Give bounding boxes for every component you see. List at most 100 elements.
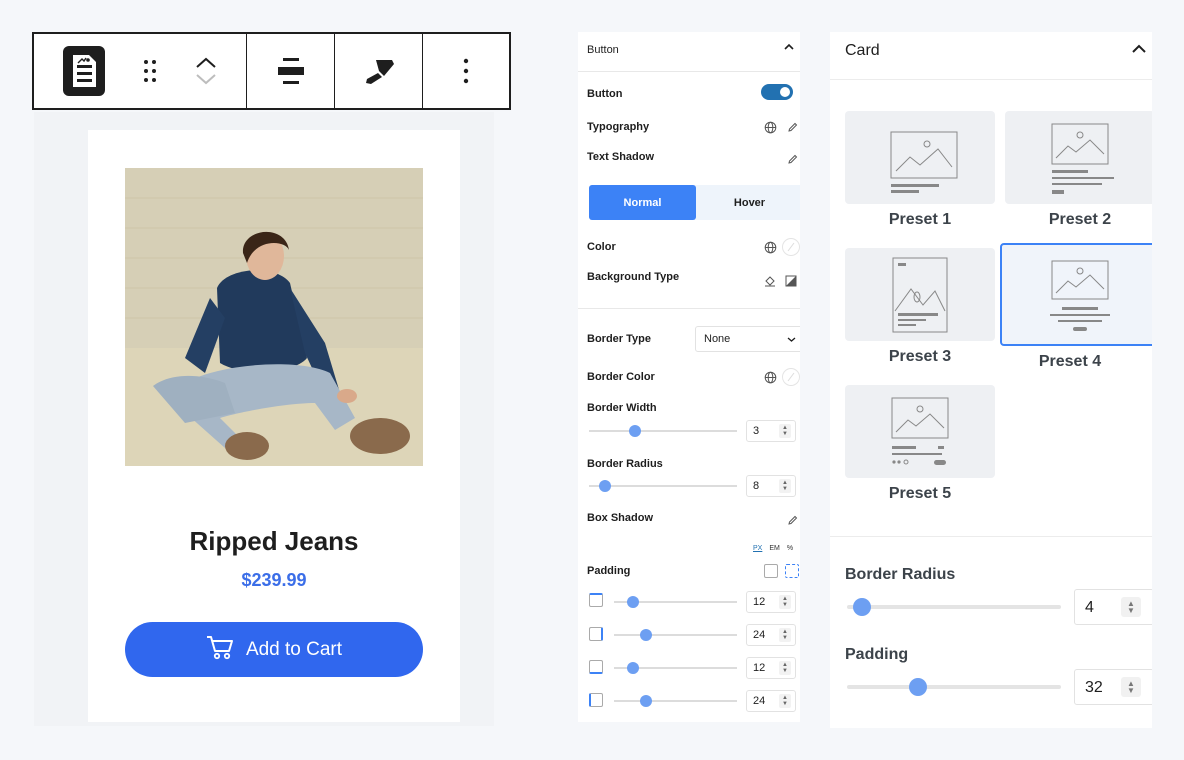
preset-2[interactable]: Preset 2 <box>1005 111 1152 229</box>
preset-1-label: Preset 1 <box>888 211 952 228</box>
tab-normal[interactable]: Normal <box>589 185 696 220</box>
padding-right-input[interactable]: 24 ▲ ▼ <box>746 624 796 646</box>
post-block-icon[interactable] <box>63 46 105 96</box>
global-icon[interactable] <box>761 118 779 136</box>
color-swatch-icon[interactable] <box>782 238 800 256</box>
box-shadow-label: Box Shadow <box>587 512 654 524</box>
border-radius-label: Border Radius <box>587 458 663 470</box>
card-border-radius-value: 4 <box>1085 599 1094 616</box>
state-tabs: Normal Hover <box>589 185 800 220</box>
border-type-value: None <box>704 333 731 345</box>
text-shadow-label: Text Shadow <box>587 151 655 163</box>
button-panel-header[interactable]: Button <box>578 32 800 72</box>
align-center-icon[interactable] <box>277 56 305 86</box>
global-icon[interactable] <box>761 238 779 256</box>
edit-pencil-icon[interactable] <box>783 118 800 136</box>
chevron-up-icon[interactable] <box>782 42 796 55</box>
unlinked-sides-icon[interactable] <box>764 564 778 578</box>
card-settings-panel: Card Preset 1 Preset 2 Preset 3 Preset 4… <box>830 32 1152 728</box>
preset-1[interactable]: Preset 1 <box>845 111 995 229</box>
stepper-icon[interactable]: ▲ ▼ <box>779 628 791 642</box>
edit-pencil-icon[interactable] <box>783 511 800 529</box>
button-toggle-label: Button <box>587 88 623 100</box>
unit-switcher: PX EM % <box>753 545 793 552</box>
border-radius-input[interactable]: 8 ▲ ▼ <box>746 475 796 497</box>
preset-3-thumbnail <box>845 248 995 341</box>
tab-hover[interactable]: Hover <box>696 185 800 220</box>
preset-3-label: Preset 3 <box>888 348 952 365</box>
card-panel-header[interactable]: Card <box>830 32 1152 80</box>
padding-bottom-input[interactable]: 12 ▲ ▼ <box>746 657 796 679</box>
button-settings-panel: Button Button Typography Text Shadow Nor… <box>578 32 800 722</box>
card-padding-input[interactable]: 32 ▲ ▼ <box>1074 669 1152 705</box>
padding-left-slider-handle[interactable] <box>640 695 652 707</box>
preset-4-thumbnail <box>1000 243 1152 346</box>
edit-pencil-icon[interactable] <box>783 150 800 168</box>
typography-label: Typography <box>587 121 650 133</box>
color-swatch-icon[interactable] <box>782 368 800 386</box>
card-border-radius-slider-track[interactable] <box>847 605 1061 609</box>
chevron-up-icon[interactable] <box>1130 42 1148 61</box>
stepper-icon[interactable]: ▲ ▼ <box>1121 677 1141 697</box>
unit-em[interactable]: EM <box>769 545 780 552</box>
paint-brush-icon[interactable] <box>362 56 396 86</box>
linked-sides-icon[interactable] <box>785 564 799 578</box>
border-radius-slider-track[interactable] <box>589 485 737 487</box>
padding-top-slider-handle[interactable] <box>627 596 639 608</box>
border-type-select[interactable]: None <box>695 326 800 352</box>
stepper-icon[interactable]: ▲ ▼ <box>779 694 791 708</box>
product-image <box>125 168 423 466</box>
card-padding-slider-track[interactable] <box>847 685 1061 689</box>
section-divider <box>830 536 1152 537</box>
border-width-slider-track[interactable] <box>589 430 737 432</box>
padding-left-input[interactable]: 24 ▲ ▼ <box>746 690 796 712</box>
padding-label: Padding <box>587 565 631 577</box>
padding-right-slider-handle[interactable] <box>640 629 652 641</box>
stepper-icon[interactable]: ▲ ▼ <box>779 595 791 609</box>
paint-bucket-icon[interactable] <box>761 272 779 290</box>
border-width-label: Border Width <box>587 402 657 414</box>
padding-right-slider-track[interactable] <box>614 634 737 636</box>
padding-left-value: 24 <box>753 695 766 707</box>
unit-px[interactable]: PX <box>753 545 762 552</box>
more-options-icon[interactable] <box>463 58 469 84</box>
preset-3[interactable]: Preset 3 <box>845 248 995 366</box>
button-panel-title: Button <box>587 44 619 56</box>
product-card[interactable]: Ripped Jeans $239.99 Add to Cart <box>88 130 460 722</box>
card-border-radius-slider-handle[interactable] <box>853 598 871 616</box>
gradient-icon[interactable] <box>782 272 800 290</box>
padding-bottom-value: 12 <box>753 662 766 674</box>
stepper-icon[interactable]: ▲ ▼ <box>1121 597 1141 617</box>
block-toolbar <box>32 32 511 110</box>
stepper-icon[interactable]: ▲ ▼ <box>779 424 791 438</box>
card-padding-slider-handle[interactable] <box>909 678 927 696</box>
border-type-label: Border Type <box>587 333 651 345</box>
padding-bottom-slider-handle[interactable] <box>627 662 639 674</box>
button-enabled-toggle[interactable] <box>761 84 793 100</box>
preset-4-label: Preset 4 <box>1038 353 1102 370</box>
drag-handle-icon[interactable] <box>143 59 157 83</box>
border-radius-slider-handle[interactable] <box>599 480 611 492</box>
preset-5[interactable]: Preset 5 <box>845 385 995 503</box>
preset-2-thumbnail <box>1005 111 1152 204</box>
toolbar-group-style <box>335 34 423 108</box>
move-up-icon[interactable] <box>195 57 217 69</box>
card-padding-label: Padding <box>845 646 909 663</box>
padding-bottom-icon <box>589 660 603 674</box>
card-panel-title: Card <box>845 42 880 59</box>
section-divider <box>578 308 800 309</box>
preset-4[interactable]: Preset 4 <box>1000 243 1152 371</box>
stepper-icon[interactable]: ▲ ▼ <box>779 661 791 675</box>
preset-2-label: Preset 2 <box>1048 211 1112 228</box>
border-width-slider-handle[interactable] <box>629 425 641 437</box>
add-to-cart-button[interactable]: Add to Cart <box>125 622 423 677</box>
padding-left-slider-track[interactable] <box>614 700 737 702</box>
card-border-radius-input[interactable]: 4 ▲ ▼ <box>1074 589 1152 625</box>
stepper-icon[interactable]: ▲ ▼ <box>779 479 791 493</box>
move-down-icon[interactable] <box>195 73 217 85</box>
padding-right-value: 24 <box>753 629 766 641</box>
padding-top-input[interactable]: 12 ▲ ▼ <box>746 591 796 613</box>
border-width-input[interactable]: 3 ▲ ▼ <box>746 420 796 442</box>
unit-percent[interactable]: % <box>787 545 793 552</box>
global-icon[interactable] <box>761 368 779 386</box>
